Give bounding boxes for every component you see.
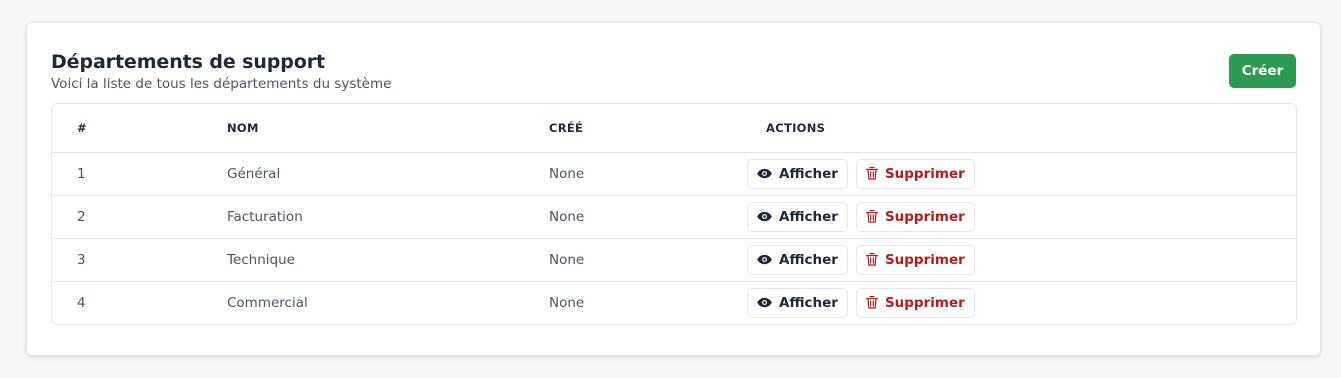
row-created: None <box>549 294 585 311</box>
column-header-name: NOM <box>227 120 259 135</box>
trash-icon <box>865 210 878 223</box>
view-button-label: Afficher <box>779 208 838 225</box>
delete-button-label: Supprimer <box>884 208 965 225</box>
delete-button[interactable]: Supprimer <box>855 201 975 232</box>
eye-icon <box>757 254 772 265</box>
table-row: 1 Général None Afficher Supprimer <box>52 152 1296 195</box>
view-button-label: Afficher <box>779 251 838 268</box>
departments-card: Départements de support Voici la liste d… <box>26 22 1321 356</box>
page-subtitle: Voici la liste de tous les départements … <box>51 76 392 92</box>
row-number: 3 <box>77 251 86 268</box>
delete-button-label: Supprimer <box>884 251 965 268</box>
row-name: Général <box>227 165 281 182</box>
eye-icon <box>757 211 772 222</box>
view-button-label: Afficher <box>779 165 838 182</box>
column-header-actions: ACTIONS <box>766 120 826 135</box>
row-created: None <box>549 208 585 225</box>
delete-button-label: Supprimer <box>884 165 965 182</box>
row-actions: Afficher Supprimer <box>724 195 1296 238</box>
view-button[interactable]: Afficher <box>747 244 848 275</box>
row-name: Facturation <box>227 208 303 225</box>
page-title: Départements de support <box>51 51 325 73</box>
row-name: Commercial <box>227 294 308 311</box>
trash-icon <box>865 296 878 309</box>
eye-icon <box>757 297 772 308</box>
row-actions: Afficher Supprimer <box>724 238 1296 281</box>
delete-button-label: Supprimer <box>884 294 965 311</box>
table-row: 3 Technique None Afficher Supprimer <box>52 238 1296 281</box>
trash-icon <box>865 167 878 180</box>
table-row: 2 Facturation None Afficher Supprimer <box>52 195 1296 238</box>
delete-button[interactable]: Supprimer <box>855 158 975 189</box>
row-actions: Afficher Supprimer <box>724 281 1296 324</box>
card-header: Départements de support Voici la liste d… <box>51 51 1296 95</box>
row-number: 1 <box>77 165 86 182</box>
row-number: 4 <box>77 294 86 311</box>
departments-table: # NOM CRÉÉ ACTIONS 1 Général None Affich… <box>51 103 1297 325</box>
table-row: 4 Commercial None Afficher Supprimer <box>52 281 1296 324</box>
view-button[interactable]: Afficher <box>747 201 848 232</box>
delete-button[interactable]: Supprimer <box>855 244 975 275</box>
table-header-row: # NOM CRÉÉ ACTIONS <box>52 104 1296 152</box>
column-header-number: # <box>77 120 87 135</box>
view-button-label: Afficher <box>779 294 838 311</box>
row-created: None <box>549 165 585 182</box>
delete-button[interactable]: Supprimer <box>855 287 975 318</box>
row-created: None <box>549 251 585 268</box>
row-number: 2 <box>77 208 86 225</box>
trash-icon <box>865 253 878 266</box>
create-button[interactable]: Créer <box>1229 54 1296 88</box>
eye-icon <box>757 168 772 179</box>
row-name: Technique <box>227 251 295 268</box>
row-actions: Afficher Supprimer <box>724 152 1296 195</box>
view-button[interactable]: Afficher <box>747 158 848 189</box>
column-header-created: CRÉÉ <box>549 120 584 135</box>
view-button[interactable]: Afficher <box>747 287 848 318</box>
